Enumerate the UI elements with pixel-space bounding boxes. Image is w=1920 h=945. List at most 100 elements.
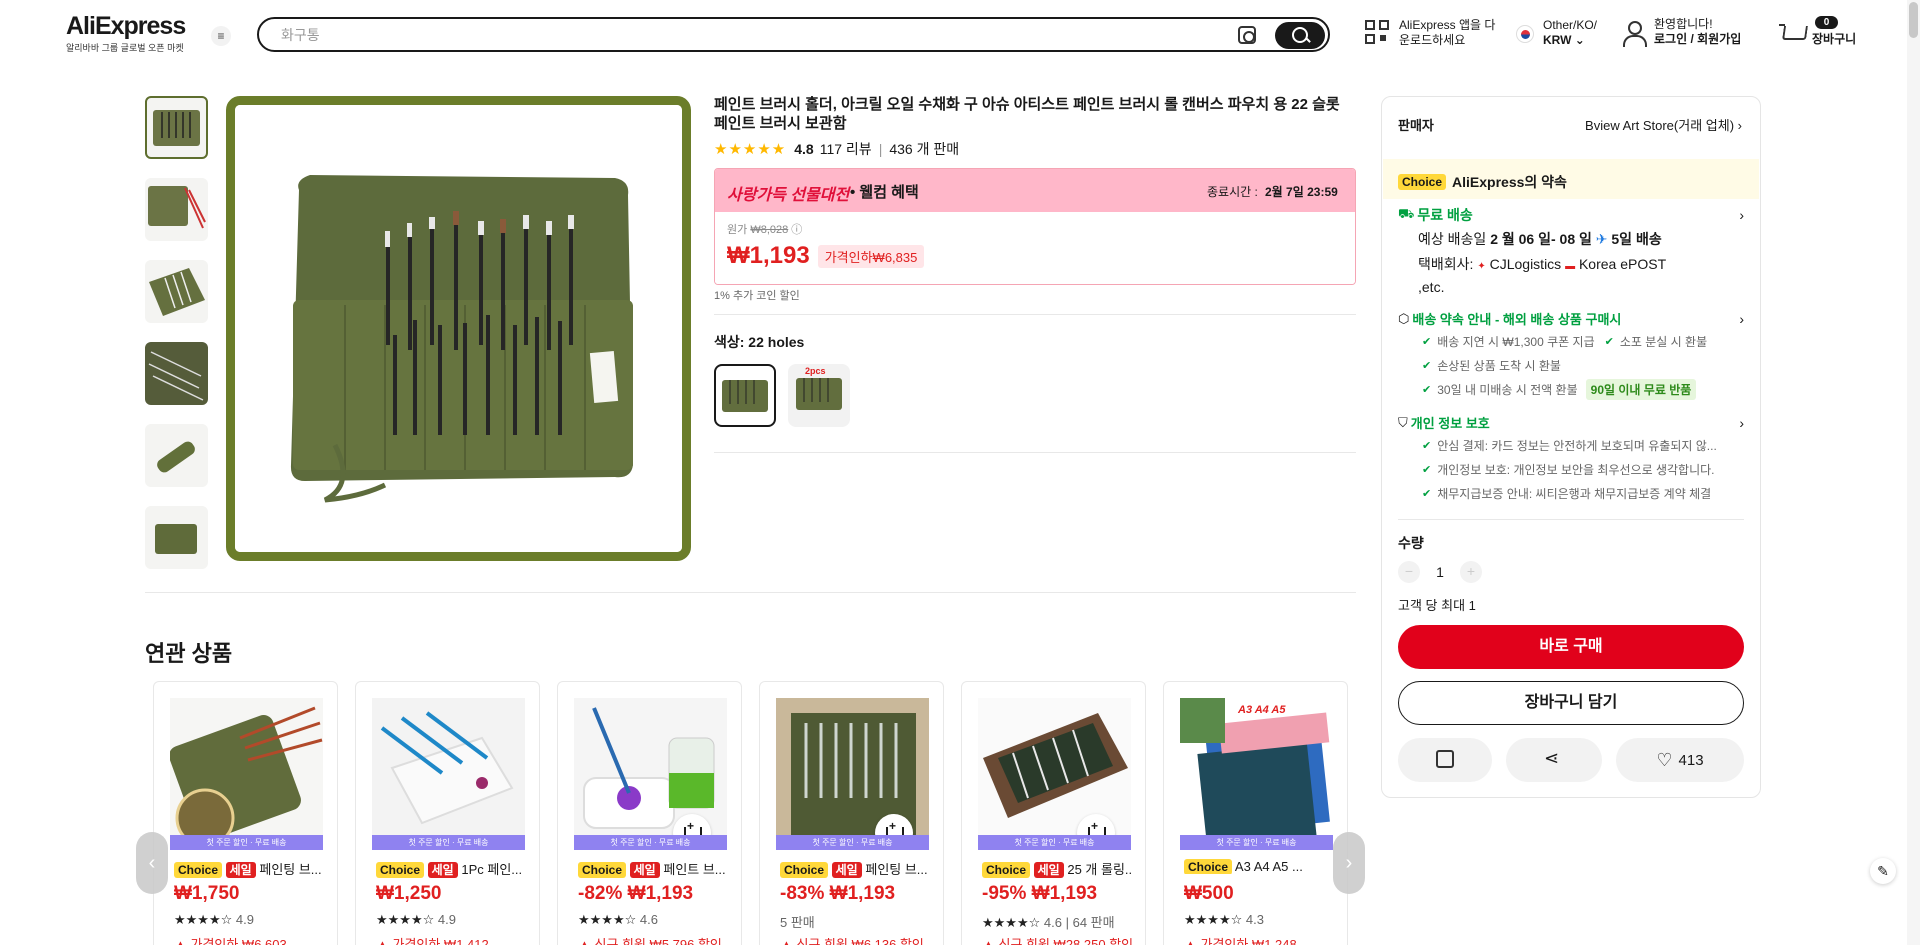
thumbnail-2[interactable] <box>145 178 208 241</box>
logo-text: AliExpress <box>66 12 186 40</box>
logo[interactable]: AliExpress 알리바바 그룹 글로벌 오픈 마켓 <box>66 12 186 54</box>
chevron-right-icon: › <box>1739 414 1744 431</box>
carousel-next-button[interactable]: › <box>1333 832 1365 894</box>
sold-count: 436 개 판매 <box>889 141 960 157</box>
star-rating-icon: ★★★★★ <box>714 141 787 158</box>
seller-store-link[interactable]: Bview Art Store(거래 업체) › <box>1585 115 1742 134</box>
add-to-cart-button[interactable]: 장바구니 담기 <box>1398 681 1744 725</box>
card-price: -82% ₩1,193 <box>578 883 694 904</box>
decrease-button[interactable]: − <box>1398 561 1420 583</box>
flag-icon <box>1516 25 1534 43</box>
quantity-label: 수량 <box>1398 535 1424 551</box>
main-product-image[interactable] <box>226 96 691 561</box>
free-shipping-row[interactable]: ⛟ 무료 배송 › <box>1398 205 1744 225</box>
promo-tag: • 웰컴 혜택 <box>850 184 919 201</box>
wishlist-count: 413 <box>1678 751 1704 769</box>
info-icon[interactable]: ⓘ <box>791 224 802 236</box>
privacy-row[interactable]: ⛉ 개인 정보 보호 › <box>1398 413 1744 432</box>
related-card-3[interactable]: 첫 주문 할인 · 무료 배송 Choice 세일 페인트 브... -82% … <box>557 681 742 945</box>
card-price: ₩500 <box>1184 883 1234 904</box>
original-price: ₩8,028 <box>750 224 789 236</box>
card-price: -95% ₩1,193 <box>982 883 1098 904</box>
related-card-4[interactable]: 첫 주문 할인 · 무료 배송 Choice 세일 페인팅 브... -83% … <box>759 681 944 945</box>
chevron-down-icon: ⌄ <box>1574 33 1585 47</box>
rating-value: 4.8 <box>794 141 814 157</box>
variant-22-holes[interactable] <box>714 364 776 427</box>
coin-discount-note: 1% 추가 코인 할인 <box>714 290 800 302</box>
promise-title: AliExpress의 약속 <box>1452 174 1567 190</box>
search-button[interactable] <box>1275 22 1325 49</box>
carousel-prev-button[interactable]: ‹ <box>136 832 168 894</box>
plane-icon: ✈ <box>1595 231 1608 247</box>
cart-count-badge: 0 <box>1815 16 1838 29</box>
end-time-label: 종료시간 : <box>1207 185 1258 199</box>
app-download-link[interactable]: AliExpress 앱을 다 운로드하세요 <box>1399 18 1495 48</box>
camera-search-icon[interactable] <box>1238 26 1256 44</box>
logo-tagline: 알리바바 그룹 글로벌 오픈 마켓 <box>66 43 184 53</box>
shield-icon: ⬡ <box>1398 310 1410 326</box>
user-icon[interactable] <box>1622 21 1647 47</box>
thumbnail-1[interactable] <box>145 96 208 159</box>
cart-label[interactable]: 장바구니 <box>1812 32 1856 47</box>
delivery-estimate: 예상 배송일 2 월 06 일- 08 일 ✈ 5일 배송 <box>1418 231 1662 247</box>
quantity-limit: 고객 당 최대 1 <box>1398 598 1476 613</box>
privacy-list: ✔ 안심 결제: 카드 정보는 안전하게 보호되며 유출되지 않... ✔ 개인정보… <box>1422 438 1717 501</box>
store-icon <box>1436 750 1454 768</box>
thumbnail-4[interactable] <box>145 342 208 405</box>
quantity-stepper: − 1 + <box>1398 561 1482 583</box>
promo-banner[interactable]: 사랑가득 선물대전 • 웰컴 혜택 종료시간 : 2월 7일 23:59 <box>715 169 1355 212</box>
chevron-right-icon: › <box>1739 207 1744 223</box>
search-input[interactable] <box>281 25 1181 45</box>
card-overlay-text: A3 A4 A5 <box>1238 704 1286 716</box>
guarantee-list: ✔ 배송 지연 시 ₩1,300 쿠폰 지급 ✔ 소포 분실 시 환불 ✔ 손상된 상품… <box>1422 329 1707 401</box>
product-title: 페인트 브러시 홀더, 아크릴 오일 수채화 구 아슈 아티스트 페인트 브러시… <box>714 96 1340 132</box>
related-card-6[interactable]: A3 A4 A5 첫 주문 할인 · 무료 배송 Choice A3 A4 A5… <box>1163 681 1348 945</box>
search-bar <box>257 17 1330 52</box>
region-selector[interactable]: Other/KO/ KRW ⌄ <box>1543 18 1597 48</box>
chevron-right-icon: › <box>1737 118 1742 133</box>
original-price-row: 원가 ₩8,028 ⓘ <box>727 224 803 236</box>
increase-button[interactable]: + <box>1460 561 1482 583</box>
color-label: 색상: 22 holes <box>714 334 805 350</box>
qr-icon[interactable] <box>1365 20 1391 46</box>
card-price: ₩1,750 <box>174 883 240 904</box>
thumbnail-3[interactable] <box>145 260 208 323</box>
store-button[interactable] <box>1398 738 1492 782</box>
seller-label: 판매자 <box>1398 118 1434 133</box>
sale-price: ₩1,193 <box>727 242 810 269</box>
related-card-1[interactable]: 첫 주문 할인 · 무료 배송 Choice 세일 페인팅 브... ₩1,75… <box>153 681 338 945</box>
cart-icon[interactable] <box>1779 22 1807 46</box>
truck-icon: ⛟ <box>1398 206 1415 221</box>
card-price: ₩1,250 <box>376 883 442 904</box>
quantity-value[interactable]: 1 <box>1420 564 1460 580</box>
review-count[interactable]: 117 리뷰 <box>820 139 872 159</box>
edit-icon[interactable]: ✎ <box>1870 858 1896 884</box>
promo-price-box: 사랑가득 선물대전 • 웰컴 혜택 종료시간 : 2월 7일 23:59 원가 … <box>714 168 1356 285</box>
thumbnail-5[interactable] <box>145 424 208 487</box>
share-button[interactable]: ⋖ <box>1506 738 1602 782</box>
menu-icon[interactable]: ≡ <box>211 26 231 46</box>
account-menu[interactable]: 환영합니다! 로그인 / 회원가입 <box>1654 17 1741 47</box>
scrollbar[interactable] <box>1907 0 1920 945</box>
lock-icon: ⛉ <box>1398 414 1408 430</box>
end-time: 2월 7일 23:59 <box>1265 185 1338 199</box>
variant-2pcs[interactable]: 2pcs <box>788 364 850 427</box>
thumbnail-6[interactable] <box>145 506 208 569</box>
scrollbar-thumb[interactable] <box>1909 2 1918 38</box>
wishlist-button[interactable]: ♡ 413 <box>1616 738 1744 782</box>
share-icon: ⋖ <box>1544 748 1560 768</box>
choice-badge: Choice <box>1398 174 1447 190</box>
free-return-badge: 90일 이내 무료 반품 <box>1585 378 1697 400</box>
related-card-5[interactable]: 첫 주문 할인 · 무료 배송 Choice 세일 25 개 롤링... -95… <box>961 681 1146 945</box>
carrier-info: 택배회사: ✦ CJLogistics ▬ Korea ePOST ,etc. <box>1418 256 1666 295</box>
discount-badge: 가격인하₩6,835 <box>817 244 925 268</box>
delivery-guarantee-row[interactable]: ⬡ 배송 약속 안내 - 해외 배송 상품 구매시 › <box>1398 309 1744 328</box>
promo-event-name: 사랑가득 선물대전 <box>727 187 850 204</box>
buy-now-button[interactable]: 바로 구매 <box>1398 625 1744 669</box>
related-card-2[interactable]: 첫 주문 할인 · 무료 배송 Choice 세일 1Pc 페인... ₩1,2… <box>355 681 540 945</box>
chevron-right-icon: › <box>1739 310 1744 327</box>
related-heading: 연관 상품 <box>145 641 233 666</box>
rating-row: ★★★★★ 4.8 117 리뷰 | 436 개 판매 <box>714 139 960 159</box>
heart-icon: ♡ <box>1656 749 1673 770</box>
card-price: -83% ₩1,193 <box>780 883 896 904</box>
